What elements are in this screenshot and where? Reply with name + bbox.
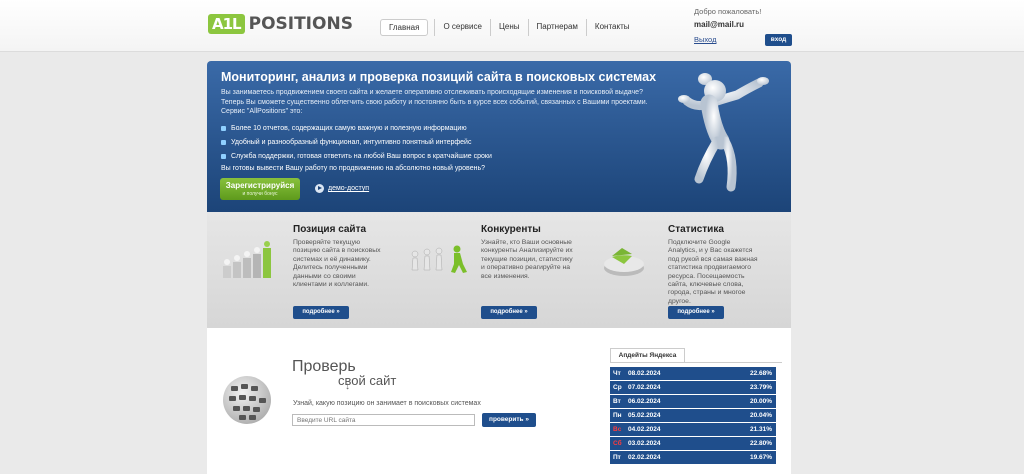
table-row: Чт 08.02.2024 22.68% [610, 367, 776, 381]
more-button-position[interactable]: подробнее » [293, 306, 349, 319]
play-icon [315, 184, 324, 193]
logo[interactable]: A1L POSITIONS [208, 14, 353, 34]
table-row: Вс 04.02.2024 21.31% [610, 423, 776, 437]
date-cell: 07.02.2024 [628, 384, 661, 391]
arrow-down-icon: ↓ [345, 381, 350, 392]
day-label: Пн [613, 412, 622, 419]
feature-title: Позиция сайта [293, 224, 367, 235]
nav-item-home[interactable]: Главная [380, 19, 429, 36]
tab-divider [610, 362, 782, 363]
hero-bullet: Более 10 отчетов, содержащих самую важну… [221, 121, 492, 135]
percent-cell: 22.80% [749, 440, 772, 447]
percent-cell: 22.68% [749, 370, 772, 377]
date-cell: 03.02.2024 [628, 440, 661, 447]
feature-title: Конкуренты [481, 224, 541, 235]
percent-cell: 23.79% [749, 384, 772, 391]
feature-title: Статистика [668, 224, 724, 235]
main-nav: Главная О сервисе Цены Партнерам Контакт… [380, 19, 637, 36]
date-cell: 04.02.2024 [628, 426, 661, 433]
login-button[interactable]: вход [765, 34, 792, 46]
url-input[interactable] [292, 414, 475, 426]
date-cell: 05.02.2024 [628, 412, 661, 419]
day-label: Вс [613, 426, 622, 433]
register-sublabel: и получи бонус [242, 191, 278, 197]
features-section: Позиция сайта Проверяйте текущую позицию… [207, 212, 791, 328]
day-label: Чт [613, 370, 621, 377]
register-label: Зарегистрируйся [225, 181, 295, 190]
day-label: Вт [613, 398, 621, 405]
date-cell: 08.02.2024 [628, 370, 661, 377]
top-bar: A1L POSITIONS Главная О сервисе Цены Пар… [0, 0, 1024, 52]
percent-cell: 19.67% [749, 454, 772, 461]
welcome-text: Добро пожаловать! [694, 7, 762, 16]
feature-position: Позиция сайта Проверяйте текущую позицию… [207, 212, 392, 328]
hero-title: Мониторинг, анализ и проверка позиций са… [221, 70, 657, 84]
register-button[interactable]: Зарегистрируйся и получи бонус [220, 178, 300, 200]
race-figures-illustration [411, 245, 467, 273]
percent-cell: 21.31% [749, 426, 772, 433]
table-row: Ср 07.02.2024 23.79% [610, 381, 776, 395]
percent-cell: 20.00% [749, 398, 772, 405]
check-subtitle: Узнай, какую позицию он занимает в поиск… [293, 400, 481, 407]
more-button-statistics[interactable]: подробнее » [668, 306, 724, 319]
globe-icon [223, 376, 271, 424]
feature-statistics: Статистика Подключите Google Analytics, … [582, 212, 767, 328]
nav-item-prices[interactable]: Цены [489, 19, 528, 36]
hero-question: Вы готовы вывести Вашу работу по продвиж… [221, 165, 485, 172]
logout-link[interactable]: Выход [694, 35, 716, 44]
day-label: Пт [613, 454, 621, 461]
demo-link[interactable]: демо-доступ [315, 184, 369, 193]
feature-text: Узнайте, кто Ваши основные конкуренты Ан… [481, 239, 573, 280]
figures-chart-illustration [223, 241, 271, 278]
more-button-competitors[interactable]: подробнее » [481, 306, 537, 319]
table-row: Вт 06.02.2024 20.00% [610, 395, 776, 409]
check-section: Проверь свой сайт ↓ Узнай, какую позицию… [207, 328, 791, 474]
date-cell: 02.02.2024 [628, 454, 661, 461]
hero-bullet: Удобный и разнообразный функционал, инту… [221, 135, 492, 149]
bullet-icon [221, 139, 226, 145]
table-row: Пт 02.02.2024 19.67% [610, 451, 776, 465]
tab-yandex-updates[interactable]: Апдейты Яндекса [610, 348, 685, 362]
logo-text: POSITIONS [248, 14, 353, 34]
logo-badge: A1L [208, 14, 245, 34]
day-label: Ср [613, 384, 622, 391]
table-row: Пн 05.02.2024 20.04% [610, 409, 776, 423]
feature-competitors: Конкуренты Узнайте, кто Ваши основные ко… [395, 212, 580, 328]
feature-text: Проверяйте текущую позицию сайта в поиск… [293, 239, 381, 289]
table-row: Сб 03.02.2024 22.80% [610, 437, 776, 451]
nav-item-partners[interactable]: Партнерам [527, 19, 586, 36]
date-cell: 06.02.2024 [628, 398, 661, 405]
jumping-figure-illustration [678, 73, 769, 192]
demo-label: демо-доступ [328, 185, 370, 192]
percent-cell: 20.04% [749, 412, 772, 419]
pie-chart-illustration [604, 248, 644, 276]
yandex-updates-panel: Апдейты Яндекса Чт 08.02.2024 22.68% Ср 07.… [610, 344, 782, 474]
updates-table: Чт 08.02.2024 22.68% Ср 07.02.2024 23.79% Вт… [610, 367, 776, 465]
user-email: mail@mail.ru [694, 20, 745, 29]
check-button[interactable]: проверить » [482, 413, 536, 427]
hero-intro: Вы занимаетесь продвижением своего сайта… [221, 89, 648, 115]
day-label: Сб [613, 440, 622, 447]
hero-bullet: Служба поддержки, готовая ответить на лю… [221, 149, 492, 163]
bullet-icon [221, 125, 226, 131]
nav-item-about[interactable]: О сервисе [434, 19, 490, 36]
bullet-icon [221, 153, 226, 159]
hero-bullets: Более 10 отчетов, содержащих самую важну… [221, 121, 492, 163]
hero-banner: Мониторинг, анализ и проверка позиций са… [207, 61, 791, 212]
nav-item-contacts[interactable]: Контакты [585, 19, 638, 36]
feature-text: Подключите Google Analytics, и у Вас ока… [668, 239, 758, 305]
